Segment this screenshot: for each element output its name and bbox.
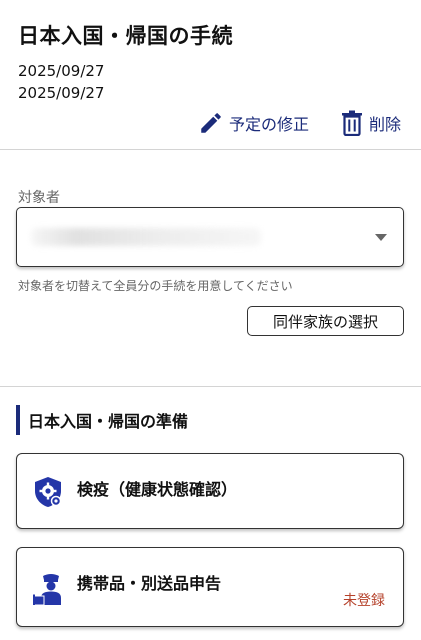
customs-card-title: 携帯品・別送品申告 <box>77 574 222 593</box>
target-person-select[interactable] <box>16 207 404 267</box>
customs-card-status: 未登録 <box>343 593 385 609</box>
start-date: 2025/09/27 <box>18 62 105 80</box>
target-person-label: 対象者 <box>18 190 60 206</box>
blurred-name <box>31 228 261 246</box>
target-person-section: 対象者 対象者を切替えて全員分の手続を用意してください 同伴家族の選択 <box>0 151 421 387</box>
page-title: 日本入国・帰国の手続 <box>18 24 233 48</box>
section-accent-bar <box>16 405 20 435</box>
quarantine-card-title: 検疫（健康状態確認） <box>77 480 238 499</box>
end-date: 2025/09/27 <box>18 84 105 102</box>
caret-down-icon <box>375 234 387 241</box>
edit-schedule-button[interactable]: 予定の修正 <box>198 109 309 137</box>
select-companion-button[interactable]: 同伴家族の選択 <box>247 306 404 336</box>
delete-button[interactable]: 削除 <box>340 109 401 137</box>
customs-officer-icon <box>33 572 67 610</box>
target-person-hint: 対象者を切替えて全員分の手続を用意してください <box>18 279 293 293</box>
preparation-section-title: 日本入国・帰国の準備 <box>28 412 189 431</box>
pencil-icon <box>198 110 224 136</box>
edit-schedule-label: 予定の修正 <box>229 115 310 134</box>
trip-header-section: 日本入国・帰国の手続 2025/09/27 2025/09/27 予定の修正 削… <box>0 0 421 150</box>
quarantine-card[interactable]: 検疫（健康状態確認） <box>16 453 404 529</box>
customs-declaration-card[interactable]: 携帯品・別送品申告 未登録 <box>16 547 404 627</box>
delete-label: 削除 <box>369 115 402 134</box>
trash-icon <box>340 110 364 136</box>
preparation-section-heading: 日本入国・帰国の準備 <box>16 405 188 435</box>
shield-gear-icon <box>33 476 63 512</box>
